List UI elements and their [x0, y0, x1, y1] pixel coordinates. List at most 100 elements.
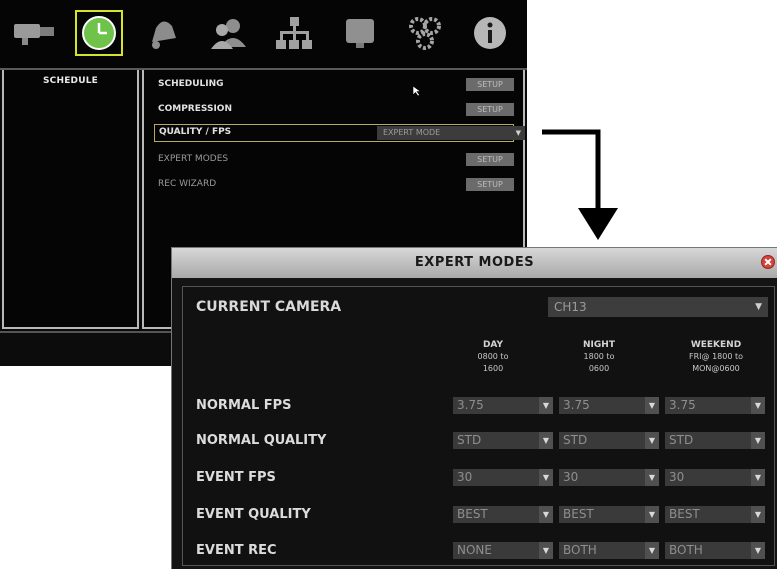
- select-value: 30: [457, 470, 473, 484]
- dialog-title-bar[interactable]: EXPERT MODES: [172, 248, 777, 278]
- menu-label: REC WIZARD: [158, 179, 217, 189]
- clock-icon[interactable]: [75, 10, 123, 56]
- select-value: 30: [669, 470, 685, 484]
- sidebar-item-schedule[interactable]: SCHEDULE: [4, 76, 137, 86]
- menu-label: EXPERT MODES: [158, 154, 229, 164]
- column-time-start: FRI@ 1800 to: [689, 352, 743, 361]
- select-value: BEST: [457, 507, 488, 521]
- column-time-end: MON@0600: [692, 364, 740, 373]
- select-value: BEST: [563, 507, 594, 521]
- chevron-down-icon: ▼: [539, 397, 553, 414]
- chevron-down-icon: ▼: [755, 302, 762, 312]
- column-header-weekend: WEEKEND FRI@ 1800 to MON@0600: [662, 339, 770, 375]
- current-camera-select[interactable]: CH13 ▼: [548, 297, 768, 317]
- normal-fps-night-select[interactable]: 3.75 ▼: [559, 397, 659, 414]
- chevron-down-icon: ▼: [539, 542, 553, 559]
- menu-row-quality-fps: QUALITY / FPS EXPERT MODE ▼: [154, 124, 525, 142]
- column-time-start: 0800 to: [477, 352, 509, 361]
- event-fps-label: EVENT FPS: [196, 470, 276, 485]
- event-quality-weekend-select[interactable]: BEST ▼: [665, 506, 765, 523]
- expert-modes-dialog: EXPERT MODES CURRENT CAMERA CH13 ▼ DAY 0…: [172, 248, 777, 569]
- normal-quality-weekend-select[interactable]: STD ▼: [665, 432, 765, 449]
- sidebar: SCHEDULE: [2, 70, 139, 329]
- event-fps-weekend-select[interactable]: 30 ▼: [665, 469, 765, 486]
- event-rec-weekend-select[interactable]: BOTH ▼: [665, 542, 765, 559]
- current-camera-label: CURRENT CAMERA: [196, 299, 342, 315]
- menu-label: QUALITY / FPS: [159, 127, 232, 137]
- event-quality-night-select[interactable]: BEST ▼: [559, 506, 659, 523]
- normal-quality-label: NORMAL QUALITY: [196, 433, 327, 448]
- current-camera-value: CH13: [554, 300, 587, 314]
- select-value: STD: [563, 433, 588, 447]
- quality-mode-value: EXPERT MODE: [383, 128, 441, 137]
- select-value: 3.75: [669, 398, 696, 412]
- column-time-start: 1800 to: [583, 352, 615, 361]
- gears-icon[interactable]: [401, 10, 449, 56]
- select-value: BOTH: [669, 543, 703, 557]
- select-value: BOTH: [563, 543, 597, 557]
- compression-setup-button[interactable]: SETUP: [466, 103, 514, 116]
- event-rec-label: EVENT REC: [196, 543, 277, 558]
- chevron-down-icon: ▼: [645, 542, 659, 559]
- scheduling-setup-button[interactable]: SETUP: [466, 78, 514, 91]
- chevron-down-icon: ▼: [751, 469, 765, 486]
- event-quality-label: EVENT QUALITY: [196, 507, 311, 522]
- normal-fps-day-select[interactable]: 3.75 ▼: [453, 397, 553, 414]
- select-value: 3.75: [457, 398, 484, 412]
- dialog-body: CURRENT CAMERA CH13 ▼ DAY 0800 to 1600 N…: [182, 286, 775, 566]
- chevron-down-icon: ▼: [751, 506, 765, 523]
- menu-label: COMPRESSION: [158, 104, 232, 114]
- event-fps-night-select[interactable]: 30 ▼: [559, 469, 659, 486]
- column-name: DAY: [482, 340, 504, 350]
- toolbar: [0, 0, 527, 68]
- quality-mode-select[interactable]: EXPERT MODE ▼: [377, 126, 525, 140]
- column-header-night: NIGHT 1800 to 0600: [554, 339, 644, 375]
- select-value: BEST: [669, 507, 700, 521]
- rec-wizard-setup-button[interactable]: SETUP: [466, 178, 514, 191]
- chevron-down-icon: ▼: [539, 506, 553, 523]
- normal-quality-night-select[interactable]: STD ▼: [559, 432, 659, 449]
- event-quality-day-select[interactable]: BEST ▼: [453, 506, 553, 523]
- select-value: STD: [457, 433, 482, 447]
- select-value: 30: [563, 470, 579, 484]
- select-value: NONE: [457, 543, 492, 557]
- column-time-end: 1600: [482, 364, 504, 373]
- select-value: STD: [669, 433, 694, 447]
- chevron-down-icon: ▼: [645, 397, 659, 414]
- normal-fps-weekend-select[interactable]: 3.75 ▼: [665, 397, 765, 414]
- chevron-down-icon: ▼: [539, 469, 553, 486]
- column-header-day: DAY 0800 to 1600: [448, 339, 538, 375]
- chevron-down-icon: ▼: [645, 432, 659, 449]
- column-name: WEEKEND: [690, 340, 742, 350]
- menu-row-rec-wizard: REC WIZARD SETUP: [154, 176, 514, 194]
- normal-fps-label: NORMAL FPS: [196, 398, 292, 413]
- expert-modes-setup-button[interactable]: SETUP: [466, 153, 514, 166]
- monitor-icon[interactable]: [336, 10, 384, 56]
- chevron-down-icon: ▼: [751, 432, 765, 449]
- menu-label: SCHEDULING: [158, 79, 224, 89]
- network-icon[interactable]: [270, 10, 318, 56]
- bell-icon[interactable]: [139, 10, 187, 56]
- chevron-down-icon: ▼: [751, 397, 765, 414]
- select-value: 3.75: [563, 398, 590, 412]
- event-fps-day-select[interactable]: 30 ▼: [453, 469, 553, 486]
- normal-quality-day-select[interactable]: STD ▼: [453, 432, 553, 449]
- column-time-end: 0600: [588, 364, 610, 373]
- dialog-title: EXPERT MODES: [414, 255, 535, 270]
- arrow-down-icon: [542, 129, 618, 240]
- column-name: NIGHT: [583, 340, 615, 350]
- users-icon[interactable]: [205, 10, 253, 56]
- menu-row-scheduling: SCHEDULING SETUP: [154, 76, 514, 94]
- event-rec-day-select[interactable]: NONE ▼: [453, 542, 553, 559]
- chevron-down-icon: ▼: [645, 469, 659, 486]
- mouse-cursor-icon: [412, 85, 422, 97]
- chevron-down-icon: ▼: [515, 129, 521, 137]
- camera-icon[interactable]: [11, 10, 59, 56]
- chevron-down-icon: ▼: [539, 432, 553, 449]
- chevron-down-icon: ▼: [751, 542, 765, 559]
- event-rec-night-select[interactable]: BOTH ▼: [559, 542, 659, 559]
- menu-row-expert-modes: EXPERT MODES SETUP: [154, 151, 514, 169]
- close-icon[interactable]: [761, 255, 775, 269]
- info-icon[interactable]: [466, 10, 514, 56]
- menu-row-compression: COMPRESSION SETUP: [154, 101, 514, 119]
